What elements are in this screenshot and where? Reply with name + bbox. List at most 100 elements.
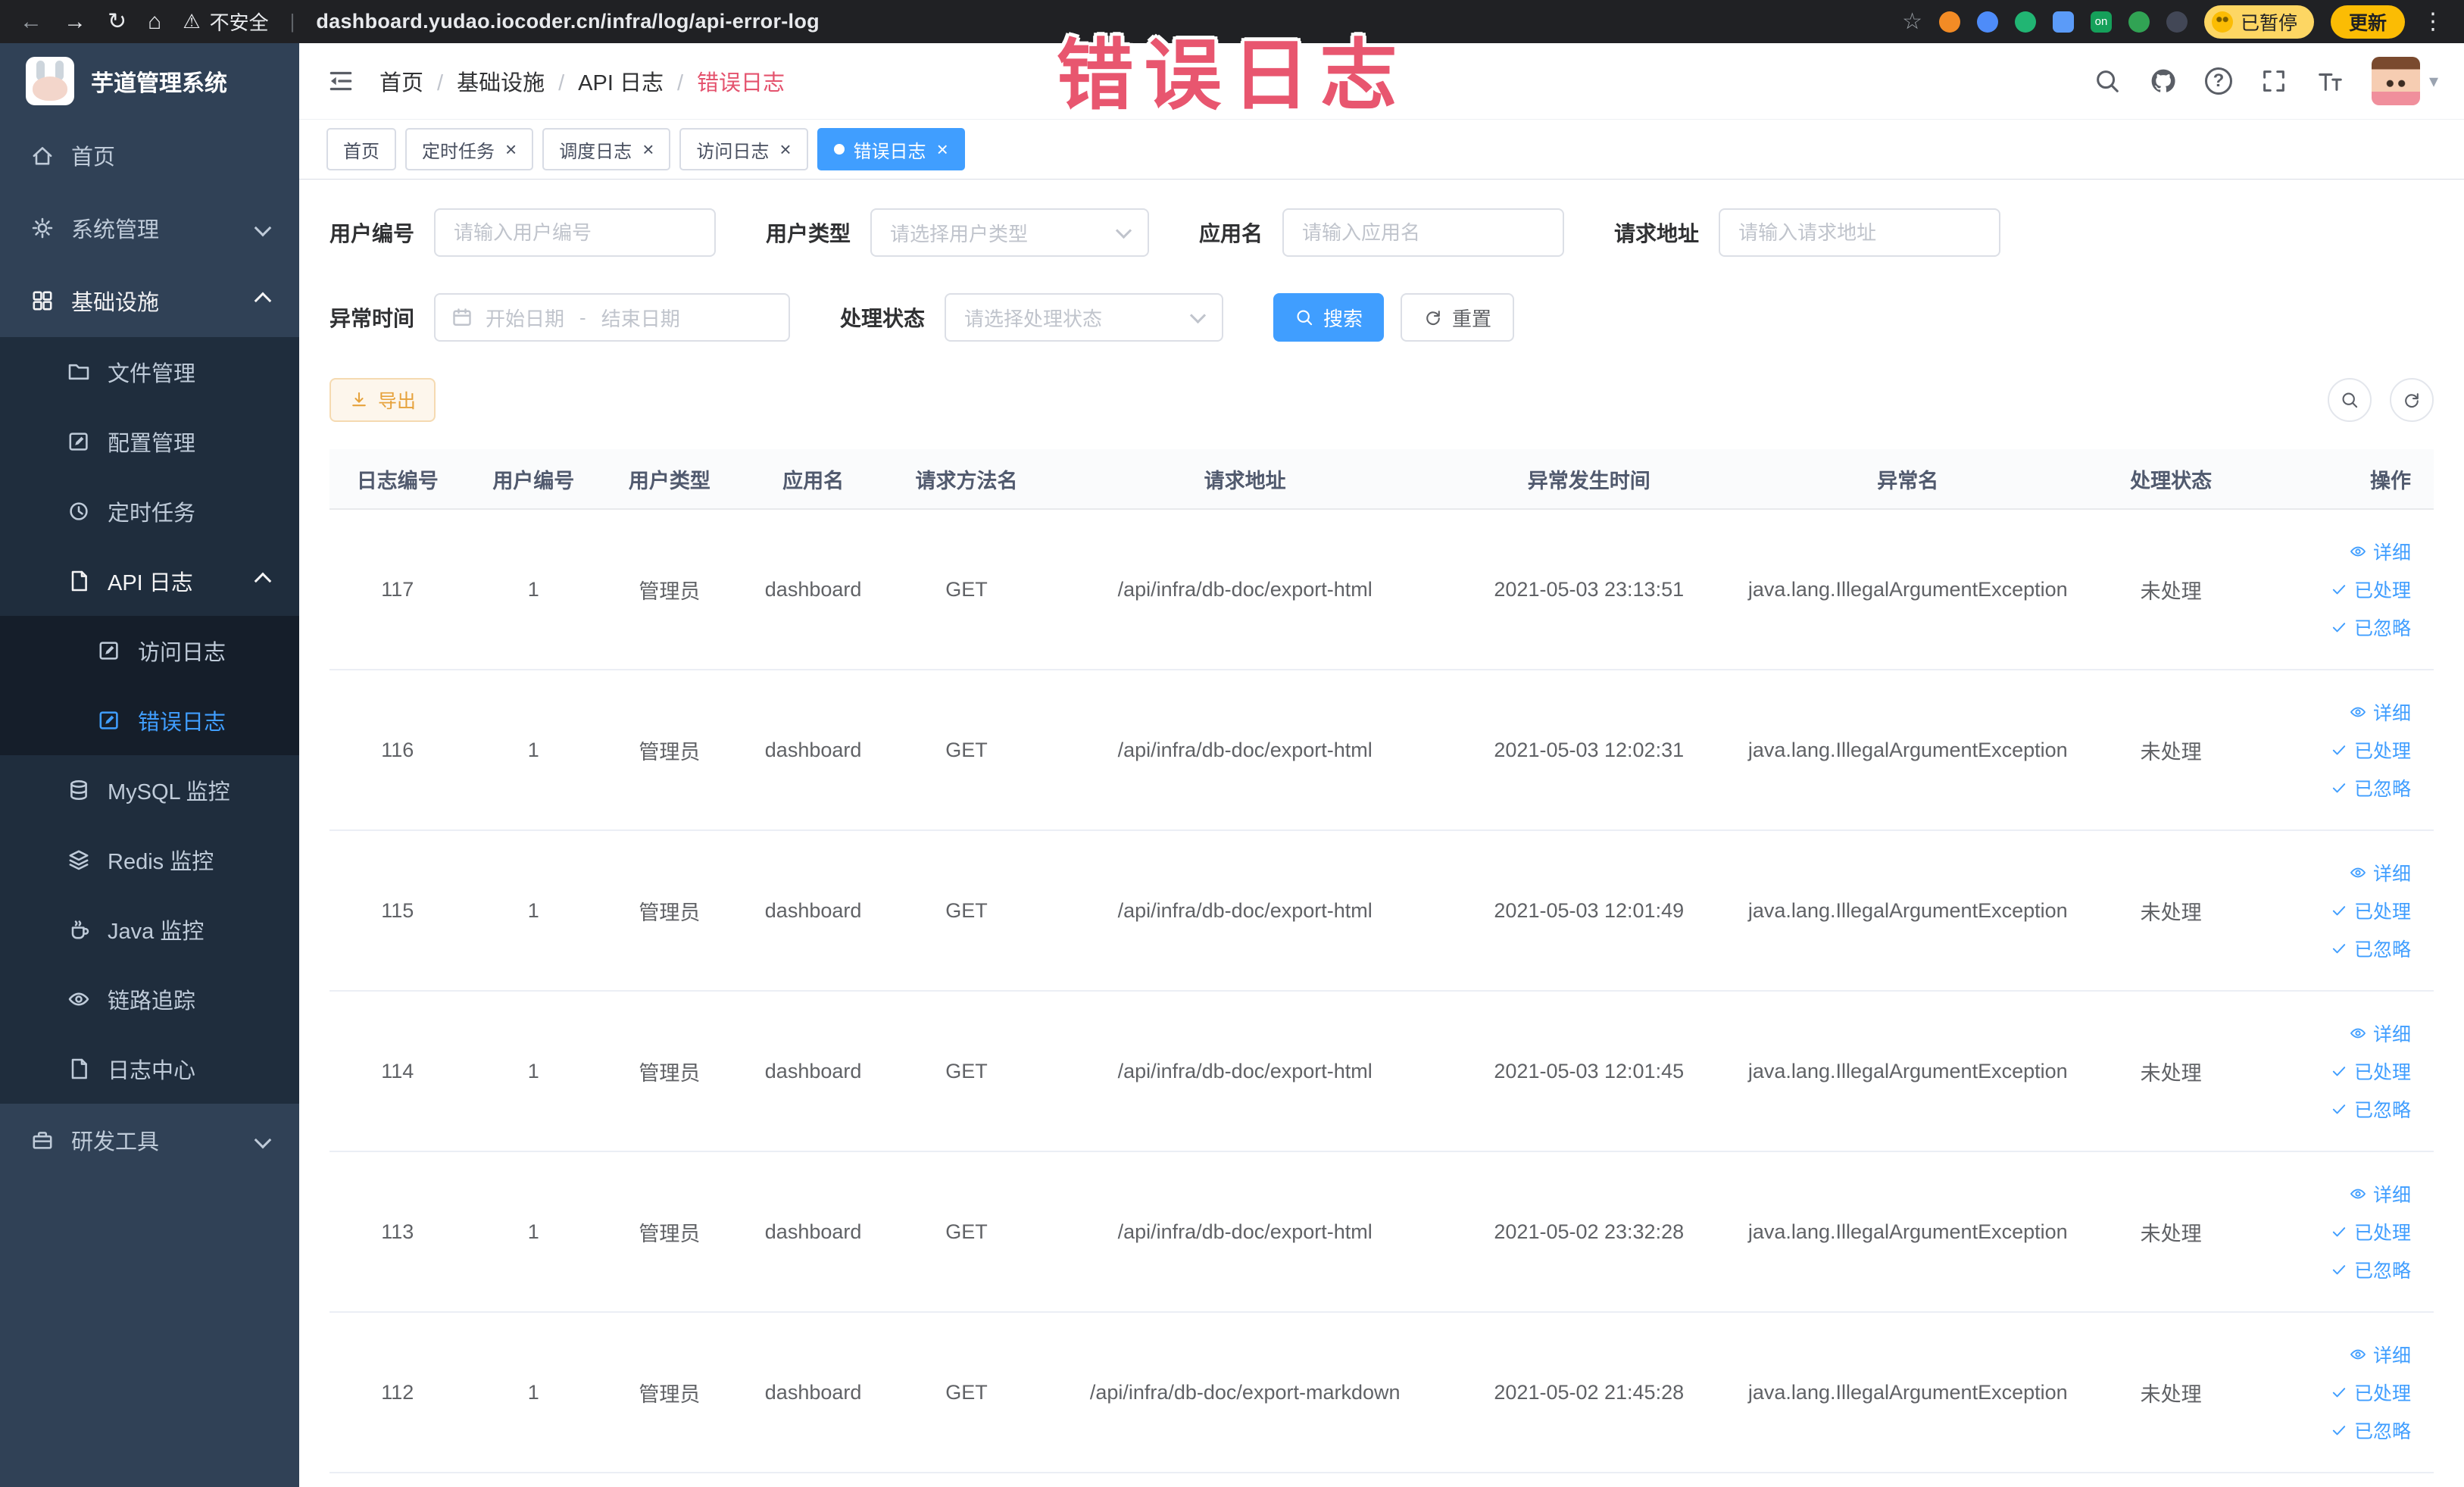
cell-log-id: 112 xyxy=(329,1312,466,1473)
processed-link[interactable]: 已处理 xyxy=(2330,1379,2411,1406)
bookmark-star-icon[interactable]: ☆ xyxy=(1902,10,1922,33)
extension-icon[interactable] xyxy=(2166,11,2188,33)
tab-home[interactable]: 首页 xyxy=(326,128,396,170)
ignored-link[interactable]: 已忽略 xyxy=(2330,774,2411,801)
sidebar-item-mysql-monitor[interactable]: MySQL 监控 xyxy=(0,755,299,825)
github-icon[interactable] xyxy=(2149,67,2178,95)
sidebar-item-redis-monitor[interactable]: Redis 监控 xyxy=(0,825,299,895)
processed-link[interactable]: 已处理 xyxy=(2330,1218,2411,1245)
process-status-select[interactable]: 请选择处理状态 xyxy=(945,293,1224,342)
app-logo[interactable]: 芋道管理系统 xyxy=(0,43,299,119)
security-label: 不安全 xyxy=(209,11,269,34)
eye-icon xyxy=(2349,864,2367,882)
reload-icon[interactable]: ↻ xyxy=(108,10,126,33)
cell-exception-time: 2021-05-03 12:01:45 xyxy=(1445,991,1732,1152)
sidebar-item-java-monitor[interactable]: Java 监控 xyxy=(0,895,299,964)
extension-icon[interactable] xyxy=(2014,11,2036,33)
chevron-up-icon xyxy=(254,292,272,310)
ignored-link[interactable]: 已忽略 xyxy=(2330,1417,2411,1444)
sidebar-item-system[interactable]: 系统管理 xyxy=(0,192,299,264)
request-url-input[interactable] xyxy=(1719,208,2001,257)
extension-icon[interactable] xyxy=(1938,11,1960,33)
coffee-icon xyxy=(67,917,91,942)
tab-schedule-log[interactable]: 调度日志 × xyxy=(542,128,671,170)
breadcrumb-api-log[interactable]: API 日志 xyxy=(578,65,697,97)
home-icon xyxy=(30,143,55,167)
processed-link[interactable]: 已处理 xyxy=(2330,576,2411,603)
cell-user-id: 1 xyxy=(465,1151,602,1313)
detail-link[interactable]: 详细 xyxy=(2349,1020,2411,1047)
ignored-link[interactable]: 已忽略 xyxy=(2330,1256,2411,1283)
address-bar[interactable]: dashboard.yudao.iocoder.cn/infra/log/api… xyxy=(316,10,820,33)
user-menu[interactable]: ▾ xyxy=(2371,57,2438,105)
sidebar-collapse-icon[interactable] xyxy=(325,65,357,97)
processed-link[interactable]: 已处理 xyxy=(2330,736,2411,764)
cell-user-type: 管理员 xyxy=(601,509,738,670)
breadcrumb-home[interactable]: 首页 xyxy=(379,65,457,97)
col-log-id: 日志编号 xyxy=(329,449,466,510)
tab-error-log[interactable]: 错误日志 × xyxy=(817,128,965,170)
fullscreen-icon[interactable] xyxy=(2259,67,2288,95)
processed-link[interactable]: 已处理 xyxy=(2330,1057,2411,1085)
extension-icon[interactable] xyxy=(1976,11,1998,33)
cell-process-status: 未处理 xyxy=(2083,830,2259,992)
search-icon[interactable] xyxy=(2093,67,2122,95)
chrome-update-button[interactable]: 更新 xyxy=(2330,5,2405,39)
search-button[interactable]: 搜索 xyxy=(1273,293,1385,342)
chrome-menu-icon[interactable]: ⋮ xyxy=(2422,10,2444,33)
reset-button[interactable]: 重置 xyxy=(1401,293,1515,342)
profile-paused-chip[interactable]: 已暂停 xyxy=(2203,5,2314,39)
sidebar-item-api-log[interactable]: API 日志 xyxy=(0,546,299,616)
app-name-input[interactable] xyxy=(1282,208,1565,257)
cell-process-status: 未处理 xyxy=(2083,509,2259,670)
sidebar-item-log-center[interactable]: 日志中心 xyxy=(0,1034,299,1104)
close-icon[interactable]: × xyxy=(779,139,791,159)
tab-scheduled-jobs[interactable]: 定时任务 × xyxy=(405,128,534,170)
exception-time-range-picker[interactable]: 开始日期 - 结束日期 xyxy=(434,293,791,342)
check-icon xyxy=(2330,741,2348,759)
detail-link[interactable]: 详细 xyxy=(2349,1341,2411,1368)
sidebar-item-devtools[interactable]: 研发工具 xyxy=(0,1104,299,1176)
home-icon[interactable]: ⌂ xyxy=(148,10,161,33)
forward-icon[interactable]: → xyxy=(64,10,86,33)
sidebar-item-config-manage[interactable]: 配置管理 xyxy=(0,407,299,476)
sidebar-item-home[interactable]: 首页 xyxy=(0,119,299,192)
detail-link[interactable]: 详细 xyxy=(2349,1180,2411,1207)
chevron-down-icon xyxy=(254,219,272,237)
cell-log-id: 115 xyxy=(329,830,466,992)
help-icon[interactable]: ? xyxy=(2204,67,2232,95)
ignored-link[interactable]: 已忽略 xyxy=(2330,614,2411,641)
back-icon[interactable]: ← xyxy=(20,10,42,33)
close-icon[interactable]: × xyxy=(937,139,948,159)
sidebar-item-file-manage[interactable]: 文件管理 xyxy=(0,337,299,407)
detail-link[interactable]: 详细 xyxy=(2349,698,2411,726)
cell-app-name: dashboard xyxy=(737,509,889,670)
check-icon xyxy=(2330,1261,2348,1279)
detail-link[interactable]: 详细 xyxy=(2349,859,2411,886)
ignored-link[interactable]: 已忽略 xyxy=(2330,935,2411,962)
sidebar-item-scheduled-jobs[interactable]: 定时任务 xyxy=(0,476,299,546)
sidebar-item-error-log[interactable]: 错误日志 xyxy=(0,686,299,755)
ignored-link[interactable]: 已忽略 xyxy=(2330,1095,2411,1123)
tab-access-log[interactable]: 访问日志 × xyxy=(679,128,808,170)
cell-method: GET xyxy=(888,991,1045,1152)
processed-link[interactable]: 已处理 xyxy=(2330,897,2411,924)
extension-icon[interactable] xyxy=(2128,11,2150,33)
extension-icon[interactable] xyxy=(2052,11,2074,33)
refresh-table-button[interactable] xyxy=(2390,378,2434,422)
site-security[interactable]: ⚠ 不安全 xyxy=(183,8,268,36)
detail-link[interactable]: 详细 xyxy=(2349,538,2411,565)
user-id-input[interactable] xyxy=(434,208,717,257)
toggle-search-button[interactable] xyxy=(2328,378,2372,422)
export-button[interactable]: 导出 xyxy=(329,378,436,422)
breadcrumb-infra[interactable]: 基础设施 xyxy=(457,65,578,97)
close-icon[interactable]: × xyxy=(505,139,517,159)
user-type-select[interactable]: 请选择用户类型 xyxy=(870,208,1150,257)
font-size-icon[interactable] xyxy=(2316,67,2344,95)
extension-icon[interactable] xyxy=(2090,11,2112,33)
table-row: 116 1 管理员 dashboard GET /api/infra/db-do… xyxy=(329,670,2434,831)
close-icon[interactable]: × xyxy=(642,139,654,159)
sidebar-item-access-log[interactable]: 访问日志 xyxy=(0,616,299,686)
sidebar-item-infra[interactable]: 基础设施 xyxy=(0,264,299,337)
sidebar-item-trace[interactable]: 链路追踪 xyxy=(0,964,299,1034)
